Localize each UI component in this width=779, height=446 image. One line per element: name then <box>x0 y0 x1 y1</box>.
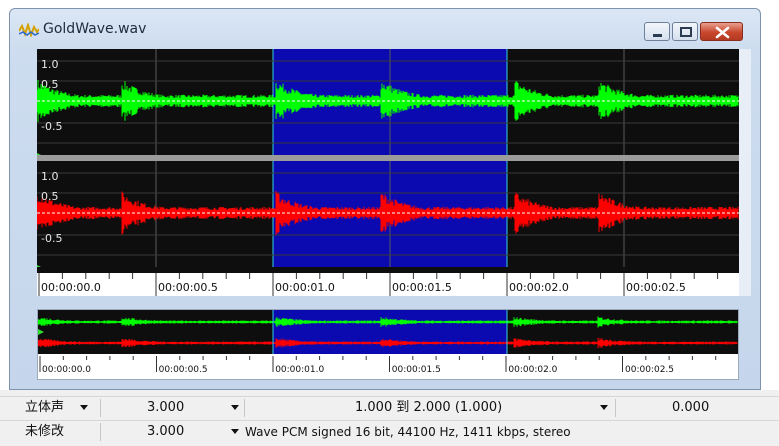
status-bar: 立体声 3.000 1.000 到 2.000 (1.000) 0.000 未修… <box>0 390 779 446</box>
timeline-label: 00:00:00.0 <box>41 281 101 294</box>
title-bar[interactable]: GoldWave.wav <box>10 9 760 49</box>
maximize-button[interactable] <box>672 22 698 41</box>
channel-left[interactable]: 1.00.50.0-0.5 <box>36 49 739 159</box>
scale-label: 1.0 <box>41 58 59 71</box>
overview-timeline-label: 00:00:02.5 <box>625 365 674 375</box>
minimize-button[interactable] <box>644 22 670 41</box>
duration-value-2: 3.000 <box>147 424 185 439</box>
goldwave-app-icon <box>19 23 39 37</box>
maximize-icon <box>680 27 692 37</box>
duration-dropdown-icon[interactable] <box>231 405 239 410</box>
close-button[interactable] <box>700 22 743 41</box>
overview-view[interactable]: 00:00:00.0 00:00:00.5 00:00:01.0 00:00:01.5… <box>37 309 740 380</box>
timeline-label: 00:00:01.0 <box>275 281 335 294</box>
selection-range: 1.000 到 2.000 (1.000) <box>355 400 503 415</box>
overview-canvas[interactable]: 00:00:00.0 00:00:00.5 00:00:01.0 00:00:01.5… <box>37 310 740 379</box>
overview-timeline-label: 00:00:00.5 <box>159 365 208 375</box>
overview-timeline-label: 00:00:01.5 <box>392 365 441 375</box>
status-row-1: 立体声 3.000 1.000 到 2.000 (1.000) 0.000 <box>0 396 779 418</box>
vertical-scrollbar[interactable] <box>739 49 751 296</box>
timeline-strip <box>37 267 739 273</box>
overview-timeline-label: 00:00:02.0 <box>508 365 557 375</box>
overview-timeline-label: 00:00:00.0 <box>42 365 91 375</box>
channel-mode-dropdown-icon[interactable] <box>80 405 88 410</box>
waveform-view[interactable]: 1.0 0.5 0.0 -0.5 1.0 0.5 0.0 -0.5 00:00:00.0 00:0… <box>36 49 742 296</box>
duration-value: 3.000 <box>147 400 185 415</box>
status-row-2: 未修改 3.000 Wave PCM signed 16 bit, 44100 … <box>0 420 779 442</box>
format-info: Wave PCM signed 16 bit, 44100 Hz, 1411 k… <box>245 425 571 439</box>
scale-label: -0.5 <box>41 232 62 245</box>
status-divider <box>100 423 101 441</box>
timeline-label: 00:00:02.5 <box>626 281 686 294</box>
scale-label: 1.0 <box>41 170 59 183</box>
status-divider <box>244 399 245 417</box>
waveform-canvas[interactable]: 1.00.50.0-0.51.00.50.0-0.500:00:00.0 00:0… <box>36 49 742 296</box>
timeline-label: 00:00:02.0 <box>509 281 569 294</box>
status-divider <box>615 399 616 417</box>
modified-state: 未修改 <box>25 424 65 439</box>
duration-dropdown-icon-2[interactable] <box>231 429 239 434</box>
channel-mode[interactable]: 立体声 <box>25 397 64 419</box>
status-divider <box>100 399 101 417</box>
scale-label: -0.5 <box>41 120 62 133</box>
overview-selection[interactable] <box>273 310 507 354</box>
timeline-label: 00:00:00.5 <box>158 281 218 294</box>
close-icon <box>715 26 730 39</box>
position-value: 0.000 <box>672 400 710 415</box>
selection-dropdown-icon[interactable] <box>600 405 608 410</box>
timeline-ruler[interactable]: 00:00:00.0 00:00:00.5 00:00:01.0 00:00:01.5… <box>37 267 742 296</box>
window-title: GoldWave.wav <box>43 21 147 37</box>
timeline-label: 00:00:01.5 <box>392 281 452 294</box>
minimize-icon <box>653 34 662 37</box>
channel-divider <box>37 155 739 161</box>
overview-timeline-label: 00:00:01.0 <box>275 365 324 375</box>
channel-right[interactable]: 1.00.50.0-0.5 <box>36 161 739 271</box>
